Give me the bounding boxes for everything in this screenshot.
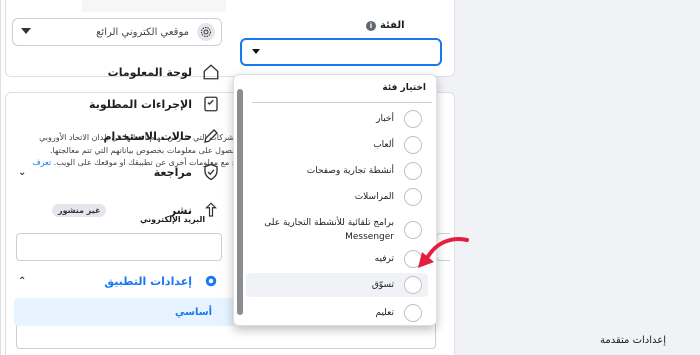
sidebar-item-use-cases[interactable]: حالات الاستخدام	[0, 121, 234, 151]
annotation-arrow	[418, 237, 469, 268]
chevron-up-icon: ⌃	[18, 275, 27, 287]
sidebar-item-label: إعدادات التطبيق	[104, 274, 192, 288]
sidebar-item-publish[interactable]: نشر غير منشور	[0, 195, 234, 225]
email-field-left[interactable]	[16, 233, 222, 261]
dropdown-option[interactable]: المراسلات	[246, 185, 428, 209]
category-dropdown: اختيار فئة أخبار ألعاب أنشطة تجارية وصفح…	[233, 74, 437, 326]
dropdown-option[interactable]: أخبار	[246, 107, 428, 131]
dropdown-header: اختيار فئة	[382, 83, 426, 93]
sidebar-item-required-actions[interactable]: الإجراءات المطلوبة	[0, 89, 234, 119]
sidebar-item-app-settings[interactable]: إعدادات التطبيق ⌃	[0, 266, 234, 296]
radio-button[interactable]	[404, 188, 422, 206]
dropdown-option-hovered[interactable]: تسوّق	[246, 273, 428, 297]
radio-button[interactable]	[404, 136, 422, 154]
dropdown-option[interactable]: ترفيه	[246, 247, 428, 271]
home-icon	[200, 61, 222, 83]
site-selector[interactable]: موقعي الكتروني الرائع	[12, 18, 222, 46]
sidebar-subitem-advanced[interactable]: إعدادات متقدمة	[600, 335, 666, 346]
chevron-down-icon	[21, 28, 31, 34]
dropdown-option[interactable]: أنشطة تجارية وصفحات	[246, 159, 428, 183]
sidebar-item-label: الإجراءات المطلوبة	[89, 97, 192, 111]
checklist-icon	[200, 93, 222, 115]
option-label: أخبار	[376, 114, 394, 124]
pencil-icon	[200, 125, 222, 147]
option-label: تعليم	[375, 308, 394, 318]
sidebar-item-label: مراجعة	[153, 165, 192, 179]
dropdown-option[interactable]: تعليم	[246, 301, 428, 325]
sidebar-item-dashboard[interactable]: لوحة المعلومات	[0, 57, 234, 87]
option-label: المراسلات	[354, 192, 394, 202]
option-label: ألعاب	[373, 140, 394, 150]
option-label: أنشطة تجارية وصفحات	[306, 166, 394, 176]
option-label: برامج تلقائية للأنشطة التجارية على Messe…	[264, 218, 394, 242]
chevron-down-icon: ⌄	[18, 166, 27, 178]
sidebar-item-review[interactable]: مراجعة ⌄	[0, 157, 234, 187]
status-badge: غير منشور	[52, 203, 107, 217]
option-label: ترفيه	[374, 254, 394, 264]
sidebar-subitem-basic[interactable]: أساسي	[14, 298, 234, 326]
divider	[252, 102, 432, 103]
info-icon[interactable]: i	[366, 20, 376, 31]
category-label: الفئة i	[366, 20, 405, 31]
sidebar-item-label: نشر	[169, 203, 192, 217]
dropdown-option[interactable]: برامج تلقائية للأنشطة التجارية على Messe…	[246, 211, 428, 249]
radio-button[interactable]	[404, 162, 422, 180]
chevron-down-icon	[252, 49, 260, 54]
scrollbar[interactable]	[237, 89, 243, 315]
gear-icon	[197, 23, 215, 41]
shield-check-icon	[200, 161, 222, 183]
grey-placeholder	[82, 0, 226, 12]
site-selector-label: موقعي الكتروني الرائع	[96, 26, 189, 38]
sidebar-item-label: حالات الاستخدام	[103, 129, 192, 143]
radio-button[interactable]	[404, 276, 422, 294]
radio-button[interactable]	[404, 110, 422, 128]
dropdown-option[interactable]: ألعاب	[246, 133, 428, 157]
category-select[interactable]	[240, 38, 442, 66]
option-label: تسوّق	[371, 280, 394, 290]
radio-button[interactable]	[404, 304, 422, 322]
sidebar-item-label: لوحة المعلومات	[107, 65, 192, 79]
category-label-text: الفئة	[380, 20, 405, 31]
gear-icon	[200, 270, 222, 292]
upload-icon	[200, 199, 222, 221]
